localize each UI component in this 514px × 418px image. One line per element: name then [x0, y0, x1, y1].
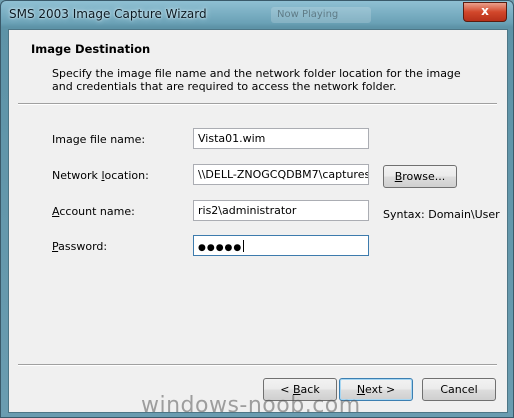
network-location-input[interactable]: \\DELL-ZNOGCQDBM7\captures	[193, 164, 369, 185]
header-divider	[18, 103, 497, 105]
wizard-header: Image Destination Specify the image file…	[9, 30, 507, 104]
wizard-window: SMS 2003 Image Capture Wizard Now Playin…	[0, 0, 514, 418]
text-caret	[243, 240, 245, 252]
network-location-label: Network location:	[52, 169, 149, 182]
cancel-button[interactable]: Cancel	[422, 378, 496, 401]
wizard-client-area: Image Destination Specify the image file…	[8, 29, 508, 413]
background-now-playing-tab: Now Playing	[271, 7, 371, 23]
browse-button[interactable]: Browse...	[383, 165, 457, 188]
title-bar[interactable]: SMS 2003 Image Capture Wizard Now Playin…	[1, 1, 513, 27]
page-description: Specify the image file name and the netw…	[52, 67, 461, 93]
footer-divider	[18, 364, 497, 366]
watermark-text: windows-noob.com	[141, 393, 361, 418]
close-button[interactable]: x	[463, 2, 507, 22]
account-syntax-hint: Syntax: Domain\User	[383, 208, 500, 221]
account-name-input[interactable]: ris2\administrator	[193, 200, 369, 221]
page-title: Image Destination	[31, 42, 151, 56]
password-label: Password:	[52, 240, 108, 253]
image-file-name-input[interactable]: Vista01.wim	[193, 128, 369, 149]
account-name-label: Account name:	[52, 205, 135, 218]
password-mask: ●●●●●	[198, 243, 243, 253]
password-input[interactable]: ●●●●●	[193, 235, 369, 256]
image-file-name-label: Image file name:	[52, 133, 146, 146]
window-title: SMS 2003 Image Capture Wizard	[9, 7, 207, 21]
